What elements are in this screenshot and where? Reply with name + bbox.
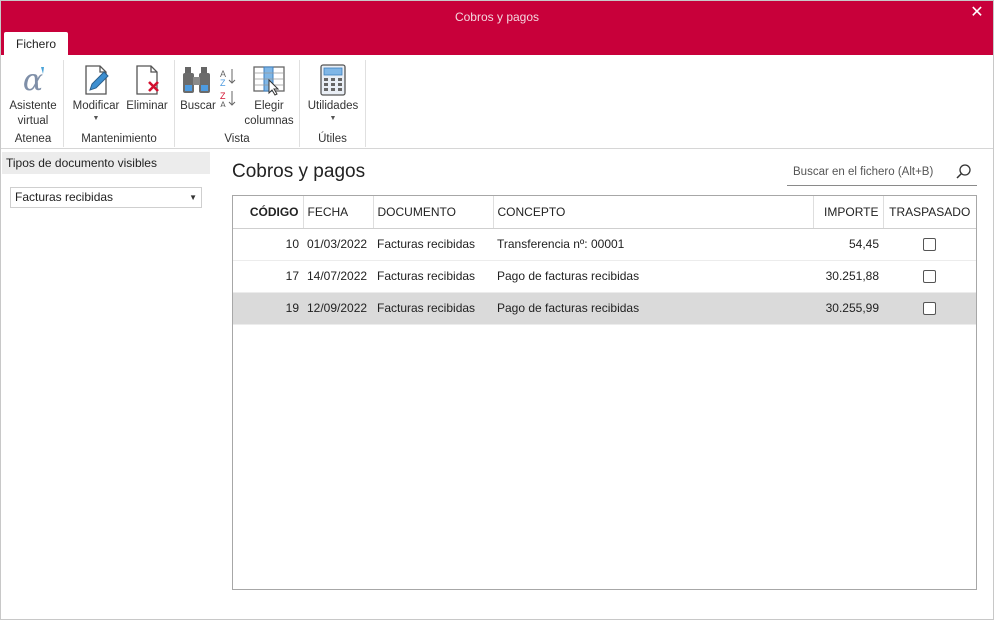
cell-documento: Facturas recibidas — [373, 260, 493, 293]
cell-concepto: Pago de facturas recibidas — [493, 292, 813, 325]
column-header-importe[interactable]: IMPORTE — [813, 196, 884, 229]
payments-grid: CÓDIGO FECHA DOCUMENTO CONCEPTO IMPORTE … — [233, 196, 976, 325]
ribbon-group-utiles: Utilidades ▼ Útiles — [300, 60, 366, 147]
cell-codigo: 17 — [233, 260, 303, 293]
table-row-selected[interactable]: 19 12/09/2022 Facturas recibidas Pago de… — [233, 292, 976, 325]
cell-importe: 30.255,99 — [813, 292, 883, 325]
search-input[interactable] — [787, 160, 947, 184]
cell-concepto: Transferencia nº: 00001 — [493, 228, 813, 261]
delete-document-icon — [136, 65, 159, 95]
traspasado-checkbox[interactable] — [923, 238, 936, 252]
table-header-row: CÓDIGO FECHA DOCUMENTO CONCEPTO IMPORTE … — [233, 196, 976, 229]
cell-traspasado — [883, 228, 976, 261]
close-icon[interactable]: ✕ — [969, 4, 985, 22]
group-label-vista: Vista — [224, 133, 250, 145]
cell-fecha: 12/09/2022 — [303, 292, 373, 325]
alpha-assistant-icon: α — [23, 63, 44, 97]
page-title: Cobros y pagos — [232, 161, 366, 182]
cell-traspasado — [883, 292, 976, 325]
cell-documento: Facturas recibidas — [373, 228, 493, 261]
tab-fichero[interactable]: Fichero — [4, 32, 68, 56]
asistente-virtual-button[interactable]: α Asistente virtual — [7, 63, 59, 129]
group-label-utiles: Útiles — [318, 133, 347, 145]
cell-fecha: 01/03/2022 — [303, 228, 373, 261]
column-header-fecha[interactable]: FECHA — [303, 196, 374, 229]
modificar-dropdown-icon: ▼ — [92, 115, 100, 122]
eliminar-label: Eliminar — [126, 100, 168, 112]
window-title: Cobros y pagos — [454, 10, 540, 24]
svg-text:Z: Z — [220, 78, 226, 88]
ribbon-group-atenea: α Asistente virtual Atenea — [3, 60, 64, 147]
modificar-button[interactable]: Modificar ▼ — [69, 63, 123, 124]
cell-fecha: 14/07/2022 — [303, 260, 373, 293]
group-label-mantenimiento: Mantenimiento — [81, 133, 157, 145]
eliminar-button[interactable]: Eliminar — [123, 63, 171, 114]
column-header-codigo[interactable]: CÓDIGO — [233, 196, 304, 229]
search-box — [787, 160, 977, 186]
buscar-label: Buscar — [180, 100, 216, 112]
edit-document-icon — [85, 65, 109, 95]
choose-columns-icon — [253, 66, 285, 96]
document-type-value: Facturas recibidas — [15, 190, 114, 204]
column-header-documento[interactable]: DOCUMENTO — [373, 196, 494, 229]
ribbon: α Asistente virtual Atenea Modificar ▼ E… — [1, 55, 993, 149]
sort-az-icon: A Z Z A — [220, 69, 236, 110]
asistente-virtual-label: Asistente virtual — [9, 100, 57, 127]
ribbon-group-mantenimiento: Modificar ▼ Eliminar Mantenimiento — [64, 60, 175, 147]
cell-importe: 54,45 — [813, 228, 883, 261]
column-header-traspasado[interactable]: TRASPASADO — [883, 196, 976, 229]
app-window: Cobros y pagos ✕ Fichero α Asistente vir… — [0, 0, 994, 620]
modificar-label: Modificar — [72, 100, 120, 112]
traspasado-checkbox[interactable] — [923, 270, 936, 284]
elegir-columnas-button[interactable]: Elegir columnas — [241, 63, 297, 129]
search-icon[interactable] — [955, 163, 973, 181]
cell-importe: 30.251,88 — [813, 260, 883, 293]
table-row[interactable]: 10 01/03/2022 Facturas recibidas Transfe… — [233, 228, 976, 261]
cell-traspasado — [883, 260, 976, 293]
cell-codigo: 19 — [233, 292, 303, 325]
chevron-down-icon: ▼ — [189, 193, 197, 202]
table-row[interactable]: 17 14/07/2022 Facturas recibidas Pago de… — [233, 260, 976, 293]
payments-table: CÓDIGO FECHA DOCUMENTO CONCEPTO IMPORTE … — [232, 195, 977, 590]
ribbon-group-vista: Buscar A Z Z A Elegir columnas Vista — [175, 60, 300, 147]
buscar-button[interactable]: Buscar — [178, 63, 218, 114]
binoculars-icon — [183, 67, 210, 93]
utilidades-label: Utilidades — [307, 100, 359, 112]
document-types-header: Tipos de documento visibles — [2, 152, 210, 174]
document-type-select[interactable]: Facturas recibidas ▼ — [10, 187, 202, 208]
title-bar: Cobros y pagos ✕ Fichero — [1, 1, 993, 56]
cell-concepto: Pago de facturas recibidas — [493, 260, 813, 293]
utilidades-dropdown-icon: ▼ — [329, 115, 337, 122]
utilidades-button[interactable]: Utilidades ▼ — [304, 63, 362, 124]
elegir-columnas-label: Elegir columnas — [244, 100, 294, 127]
cell-documento: Facturas recibidas — [373, 292, 493, 325]
calculator-icon — [320, 64, 346, 96]
svg-text:A: A — [220, 100, 226, 107]
cell-codigo: 10 — [233, 228, 303, 261]
group-label-atenea: Atenea — [14, 133, 52, 145]
column-header-concepto[interactable]: CONCEPTO — [493, 196, 814, 229]
svg-text:α: α — [23, 63, 43, 97]
traspasado-checkbox[interactable] — [923, 302, 936, 316]
sort-az-button[interactable]: A Z Z A — [218, 63, 238, 112]
